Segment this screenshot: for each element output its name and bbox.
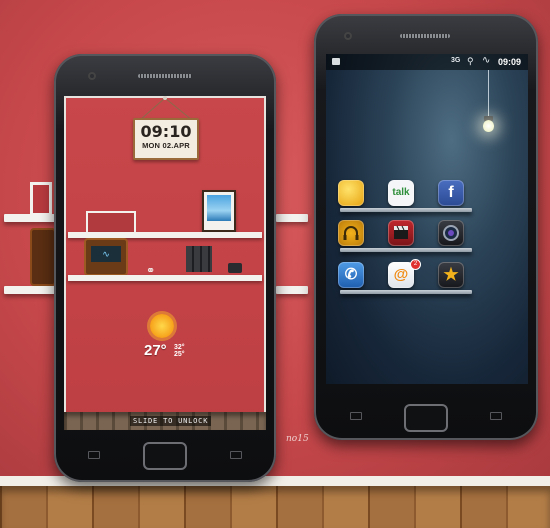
- usb-icon: ⚲: [467, 56, 474, 66]
- signal-icon: ∿: [482, 55, 491, 66]
- weather-low: 25°: [174, 351, 185, 358]
- earpiece-speaker: [400, 34, 450, 38]
- front-camera: [344, 32, 352, 40]
- clock-time: 09:10: [140, 122, 192, 141]
- video-icon[interactable]: [388, 220, 414, 246]
- books-icon: [186, 246, 212, 272]
- wall-shelf-left-bottom: [4, 286, 56, 294]
- artist-signature: no15: [286, 434, 309, 444]
- lamp-cord: [488, 70, 489, 122]
- home-button[interactable]: [404, 404, 448, 432]
- app-shelf-row-3: [340, 290, 472, 294]
- app-shelf-row-2: [340, 248, 472, 252]
- facebook-icon[interactable]: f: [438, 180, 464, 206]
- menu-key[interactable]: [88, 451, 100, 459]
- camera-icon[interactable]: [438, 220, 464, 246]
- earpiece-speaker: [138, 74, 192, 78]
- lens-icon: [443, 225, 459, 241]
- status-bar: 3G ⚲ ∿ 09:09: [326, 54, 528, 70]
- wall-radio: [30, 228, 56, 286]
- talk-icon[interactable]: talk: [388, 180, 414, 206]
- wooden-floor: [0, 486, 550, 528]
- clock-date: MON 02.APR: [142, 141, 190, 150]
- music-icon[interactable]: [338, 220, 364, 246]
- screen-frame-right: [264, 96, 266, 412]
- phone-icon[interactable]: ✆: [338, 262, 364, 288]
- wall-cube: [30, 182, 52, 216]
- status-time: 09:09: [498, 57, 522, 67]
- email-unread-badge: 2: [410, 259, 421, 270]
- film-clapper-icon: [394, 225, 408, 239]
- weather-high: 32°: [174, 344, 185, 351]
- radio-display-icon: ∿: [91, 246, 121, 262]
- notification-icon[interactable]: [332, 58, 340, 65]
- home-screen: 3G ⚲ ∿ 09:09 talk f ✆ @ 2 ★: [326, 54, 528, 384]
- messaging-icon[interactable]: [338, 180, 364, 206]
- screen-shelf-bottom: [68, 275, 262, 281]
- lockscreen: 09:10 MON 02.APR ∿ ⚭ 27° 32° 25° SLIDE T…: [64, 96, 266, 430]
- weather-temperature: 27°: [144, 342, 167, 359]
- network-type: 3G: [451, 57, 461, 64]
- wall-shelf-mid-top: [276, 214, 308, 222]
- home-button[interactable]: [143, 442, 187, 470]
- back-key[interactable]: [230, 451, 242, 459]
- back-key[interactable]: [490, 412, 502, 420]
- menu-key[interactable]: [350, 412, 362, 420]
- slide-to-unlock-label[interactable]: SLIDE TO UNLOCK: [130, 416, 212, 426]
- sailboat-photo-frame: [202, 190, 236, 232]
- radio-widget: ∿: [84, 238, 128, 276]
- front-camera: [88, 72, 96, 80]
- screen-frame-left: [64, 96, 66, 412]
- sun-weather-icon: [150, 314, 174, 338]
- clock-widget[interactable]: 09:10 MON 02.APR: [133, 118, 199, 160]
- weather-high-low: 32° 25°: [174, 344, 185, 358]
- wall-shelf-mid-bottom: [276, 286, 308, 294]
- app-shelf-row-1: [340, 208, 472, 212]
- light-bulb-icon: [483, 120, 494, 132]
- headphones-icon: [343, 226, 359, 240]
- favorites-icon[interactable]: ★: [438, 262, 464, 288]
- speaker-box-icon: [228, 263, 242, 273]
